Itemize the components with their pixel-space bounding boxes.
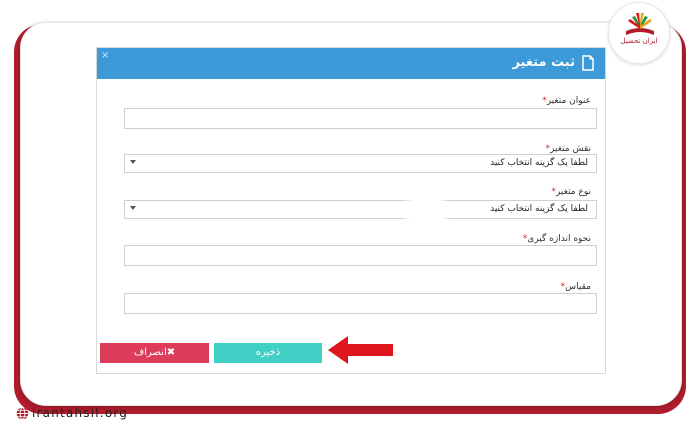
site-url: irantahsil.org (32, 406, 129, 420)
save-label: ذخیره (255, 347, 281, 358)
variable-role-label: نقش متغیر* (546, 144, 591, 154)
variable-type-label: نوع متغیر* (552, 187, 591, 197)
book-logo-icon (626, 13, 654, 35)
measurement-method-label: نحوه اندازه گیری* (523, 234, 591, 244)
variable-title-label: عنوان متغیر* (542, 96, 591, 106)
site-logo: ایران تحصیل (608, 2, 670, 64)
variable-type-selected: لطفا یک گزینه انتخاب کنید (490, 204, 588, 214)
register-variable-modal: × ثبت متغیر عنوان متغیر* نقش متغیر* لطفا… (96, 47, 606, 374)
logo-text: ایران تحصیل (620, 37, 658, 45)
blur-artifact (400, 186, 452, 238)
save-button[interactable]: ذخیره (214, 343, 322, 363)
cancel-label: انصراف (133, 347, 167, 358)
variable-type-label-text: نوع متغیر (556, 187, 591, 197)
left-arrow-icon (328, 336, 393, 364)
variable-role-label-text: نقش متغیر (550, 144, 591, 154)
measurement-method-input[interactable] (124, 245, 597, 266)
modal-header: × ثبت متغیر (97, 48, 605, 79)
scale-input[interactable] (124, 293, 597, 314)
variable-role-select[interactable]: لطفا یک گزینه انتخاب کنید (124, 154, 597, 173)
variable-role-selected: لطفا یک گزینه انتخاب کنید (490, 158, 588, 168)
globe-icon (16, 407, 29, 420)
close-icon: ✖ (166, 347, 176, 358)
scale-label-text: مقیاس (565, 282, 591, 292)
chevron-down-icon (130, 206, 136, 210)
close-icon[interactable]: × (101, 50, 109, 61)
variable-title-input[interactable] (124, 108, 597, 129)
scale-label: مقیاس* (561, 282, 591, 292)
chevron-down-icon (130, 160, 136, 164)
variable-type-select[interactable]: لطفا یک گزینه انتخاب کنید (124, 200, 597, 219)
document-icon (582, 55, 594, 71)
modal-title: ثبت متغیر (512, 55, 575, 70)
variable-title-label-text: عنوان متغیر (546, 96, 591, 106)
cancel-button[interactable]: ✖انصراف (100, 343, 209, 363)
measurement-method-label-text: نحوه اندازه گیری (527, 234, 591, 244)
